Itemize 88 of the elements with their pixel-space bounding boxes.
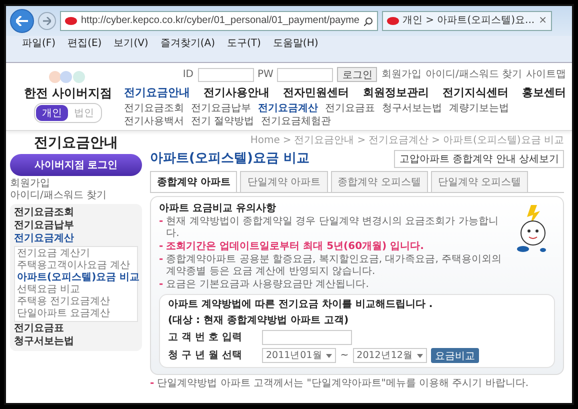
footnote-text: 단일계약방법 아파트 고객께서는 "단일계약아파트"메뉴를 이용해 주시기 바랍니다. — [157, 378, 529, 390]
site-logo-icon — [65, 17, 77, 25]
main-nav-item[interactable]: 전자민원센터 — [283, 86, 350, 100]
sidebar-item[interactable]: 전기요금계산 — [14, 232, 138, 245]
bullet: - — [159, 216, 164, 230]
header-link[interactable]: 회원가입 — [381, 68, 422, 80]
main-nav-item[interactable]: 전기요금안내 — [124, 86, 190, 100]
bullet: - — [159, 241, 164, 254]
sub-nav-item[interactable]: 전기 절약방법 — [191, 116, 254, 128]
sub-nav-item[interactable]: 전기요금계산 — [258, 103, 318, 116]
menu-item[interactable]: 즐겨찾기(A) — [160, 38, 215, 50]
search-icon[interactable] — [364, 16, 372, 26]
id-input-field[interactable] — [198, 68, 254, 82]
dropdown-caret-icon — [416, 354, 423, 358]
address-bar[interactable]: http://cyber.kepco.co.kr/cyber/01_personal/01_payment/payme — [60, 11, 378, 31]
sub-nav-item[interactable]: 전기요금납부 — [191, 103, 251, 116]
sub-nav-item[interactable]: 청구서보는법 — [382, 103, 442, 116]
pw-label: PW — [258, 68, 274, 80]
forward-arrow-icon — [43, 17, 51, 25]
menu-item[interactable]: 도움말(H) — [272, 38, 318, 50]
content-tab[interactable]: 종합계약 아파트 — [150, 171, 238, 192]
notice-title: 아파트 요금비교 유의사항 — [159, 203, 277, 216]
sidebar-item[interactable]: 전기요금납부 — [14, 220, 138, 232]
sidebar-link[interactable]: 회원가입 — [10, 178, 50, 190]
customer-number-field[interactable] — [262, 330, 352, 346]
sub-nav-item[interactable]: 전기요금조회 — [124, 103, 184, 116]
dropdown-caret-icon — [326, 354, 332, 358]
menu-item[interactable]: 편집(E) — [68, 38, 102, 50]
page-title: 아파트(오피스텔)요금 비교 — [150, 151, 310, 167]
main-nav-item[interactable]: 전기지식센터 — [442, 86, 508, 100]
user-type-option[interactable]: 개인 — [36, 105, 68, 122]
billing-period-label: 청 구 년 월 선택 — [168, 350, 243, 362]
submenu-item[interactable]: 선택요금 비교 — [17, 284, 80, 296]
detail-button[interactable]: 고압아파트 종합계약 안내 상세보기 — [394, 150, 564, 168]
start-month-select[interactable]: 2011년01월 — [262, 348, 336, 364]
menu-item[interactable]: 보기(V) — [114, 38, 148, 50]
breadcrumb-separator: > — [357, 135, 366, 148]
submenu-item[interactable]: 전기요금 계산기 — [17, 248, 90, 260]
submenu-item[interactable]: 주택용고객이사요금 계산 — [17, 260, 130, 272]
form-target: (대상 : 현재 종합계약방법 아파트 고객) — [168, 315, 349, 328]
browser-tab[interactable]: 개인 > 아파트(오피스텔)요... × — [382, 11, 552, 31]
logo-circles-icon — [48, 71, 88, 83]
bullet: - — [150, 378, 154, 390]
breadcrumb-separator: > — [432, 135, 440, 148]
main-nav-item[interactable]: 홍보센터 — [522, 86, 566, 100]
sidebar-link[interactable]: 아이디/패스워드 찾기 — [10, 190, 107, 202]
content-tab[interactable]: 종합계약 오피스텔 — [330, 171, 428, 192]
submenu-item[interactable]: 아파트(오피스텔)요금 비교 — [17, 272, 140, 284]
menu-item[interactable]: 파일(F) — [22, 38, 56, 50]
bullet: - — [159, 254, 164, 268]
tab-close-button[interactable]: × — [538, 15, 547, 27]
bullet: - — [159, 279, 164, 292]
back-arrow-icon — [16, 16, 28, 26]
breadcrumb-separator: > — [282, 135, 292, 148]
menu-item[interactable]: 도구(T) — [227, 38, 261, 50]
sub-nav-item[interactable]: 계량기보는법 — [449, 103, 509, 116]
end-month-select[interactable]: 2012년12월 — [352, 348, 427, 364]
notice-text: 조회기간은 업데이트일로부터 최대 5년(60개월) 입니다. — [166, 241, 424, 254]
main-nav-item[interactable]: 전기사용안내 — [204, 86, 270, 100]
sub-nav-item[interactable]: 전기요금체험관 — [261, 116, 332, 128]
back-button[interactable] — [10, 9, 34, 33]
submenu-item[interactable]: 단일아파트 요금계산 — [17, 308, 110, 320]
range-separator: ~ — [340, 350, 349, 362]
sub-nav-item[interactable]: 전기요금표 — [325, 103, 375, 116]
notice-text: 요금은 기본요금과 사용량요금만 계산됩니다. — [166, 279, 369, 292]
id-label: ID — [182, 68, 194, 80]
sidebar-item[interactable]: 청구서보는법 — [14, 336, 138, 348]
sidebar-title: 전기요금안내 — [33, 135, 119, 152]
header-link[interactable]: 사이트맵 — [526, 68, 566, 80]
login-button[interactable]: 로그인 — [337, 67, 378, 82]
header-link[interactable]: 아이디/패스워드 찾기 — [425, 68, 522, 80]
submenu-item[interactable]: 주택용 전기요금계산 — [17, 296, 110, 308]
compare-button[interactable]: 요금비교 — [430, 348, 479, 364]
forward-button[interactable] — [38, 12, 56, 30]
content-tab[interactable]: 단일계약 아파트 — [240, 171, 328, 192]
password-input-field[interactable] — [277, 68, 334, 82]
sidebar-item[interactable]: 전기요금조회 — [14, 206, 138, 219]
main-nav-item[interactable]: 회원정보관리 — [362, 86, 429, 100]
customer-number-label: 고 객 번 호 입력 — [168, 332, 243, 344]
sidebar-item[interactable]: 전기요금표 — [14, 322, 138, 335]
site-logo-text[interactable]: 한전 사이버지점 — [24, 86, 112, 100]
notice-text: 현재 계약방법이 종합계약일 경우 단일계약 변경시의 요금조회가 가능합니다. — [166, 216, 500, 240]
notice-text: 종합계약아파트 공용분 할증요금, 복지할인요금, 대가족요금, 주택용이외의 계약종별 등은 요금 계산에 반영되지 않습니다. — [166, 254, 503, 278]
cyber-login-button[interactable]: 사이버지점 로그인 — [10, 154, 142, 176]
site-logo-icon — [386, 17, 398, 25]
form-heading: 아파트 계약방법에 따른 전기요금 차이를 비교해드립니다 . — [168, 299, 433, 312]
sub-nav-item[interactable]: 전기사용백서 — [124, 116, 184, 128]
content-tab[interactable]: 단일계약 오피스텔 — [430, 171, 528, 192]
